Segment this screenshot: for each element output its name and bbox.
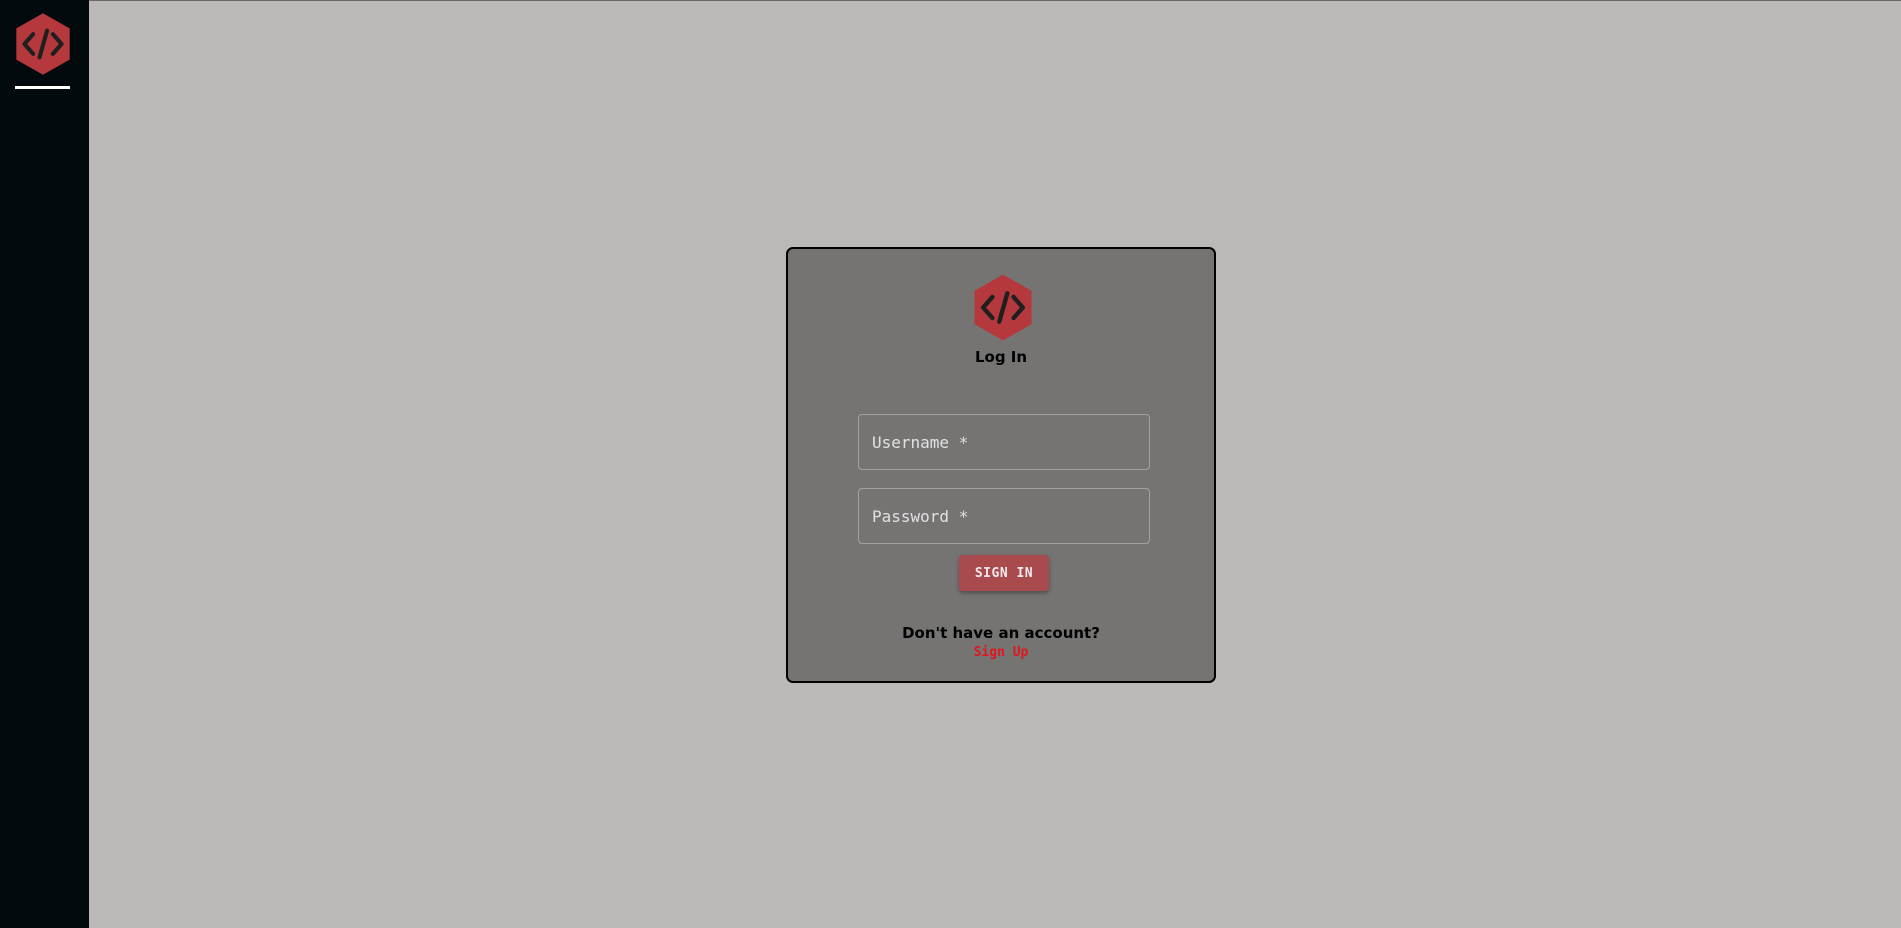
login-card: Log In SIGN IN Don't have an account? Si… [786,247,1216,683]
username-input[interactable] [858,414,1150,470]
window-top-border [0,0,1901,1]
signup-prompt: Don't have an account? [902,624,1100,642]
sign-up-link[interactable]: Sign Up [788,645,1214,660]
active-nav-indicator [15,86,70,89]
page-title: Log In [974,348,1028,366]
code-hexagon-logo-icon[interactable] [14,12,72,76]
code-hexagon-logo-icon [972,273,1034,342]
sidebar [0,0,89,928]
sign-in-button[interactable]: SIGN IN [959,555,1049,591]
password-input[interactable] [858,488,1150,544]
